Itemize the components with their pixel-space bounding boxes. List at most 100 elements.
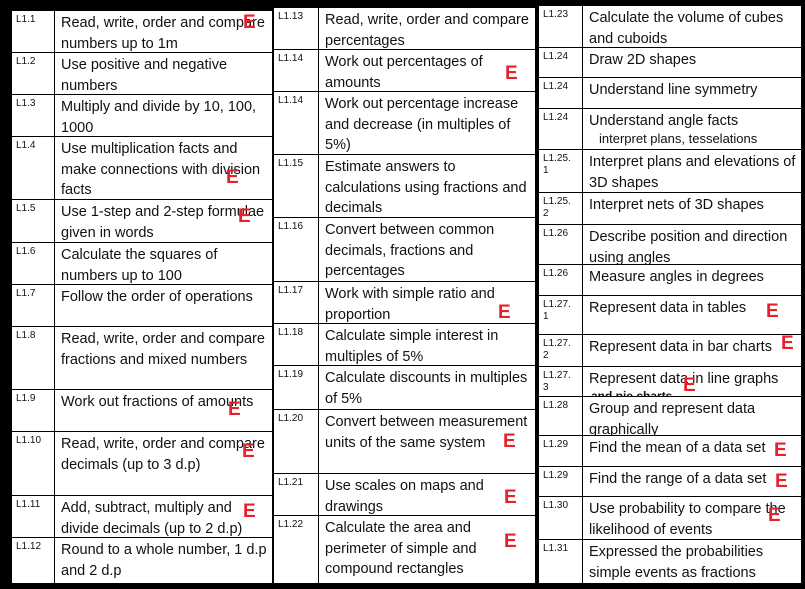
objective-text: Expressed the probabilities simple event… — [582, 540, 801, 584]
objective-description: Use positive and negative numbers — [61, 57, 228, 94]
objective-text: Use multiplication facts and make connec… — [54, 137, 272, 200]
objective-code: L1.28 — [539, 397, 582, 436]
objective-text: Read, write, order and compare fractions… — [54, 327, 272, 390]
objective-text: Interpret plans and elevations of 3D sha… — [582, 150, 801, 193]
objective-code: L1.4 — [12, 137, 54, 200]
assessment-mark-e: E — [768, 505, 781, 526]
objective-description: Represent data in bar charts — [589, 339, 772, 355]
objective-code: L1.29 — [539, 467, 582, 497]
objective-description: Find the range of a data set — [589, 471, 767, 487]
objective-text: Read, write, order and compare percentag… — [318, 8, 535, 50]
objective-code: L1.14 — [274, 92, 318, 155]
objective-text: Describe position and direction using an… — [582, 225, 801, 266]
objective-description: Find the mean of a data set — [589, 440, 766, 456]
objective-description: Calculate the squares of numbers up to 1… — [61, 247, 218, 284]
objective-text: Understand line symmetry — [582, 78, 801, 109]
objective-code: L1.27.1 — [539, 296, 582, 335]
objective-code: L1.25.2 — [539, 193, 582, 225]
assessment-mark-e: E — [505, 63, 518, 84]
objective-code: L1.23 — [539, 6, 582, 48]
assessment-mark-e: E — [238, 206, 251, 227]
objective-code: L1.25.1 — [539, 150, 582, 193]
objective-code: L1.21 — [274, 474, 318, 516]
objective-description: Convert between common decimals, fractio… — [325, 222, 495, 279]
objective-text: Draw 2D shapes — [582, 48, 801, 78]
objective-description: Read, write, order and compare decimals … — [61, 436, 265, 473]
objective-description: Calculate the area and perimeter of simp… — [325, 520, 477, 577]
curriculum-checklist: L1.1 Read, write, order and compare numbe… — [0, 0, 805, 589]
objective-code: L1.31 — [539, 540, 582, 584]
objective-description: Work with simple ratio and proportion — [325, 286, 495, 323]
assessment-mark-e: E — [226, 167, 239, 188]
objective-text: Follow the order of operations — [54, 285, 272, 327]
objective-code: L1.14 — [274, 50, 318, 92]
objective-description: Work out percentage increase and decreas… — [325, 96, 519, 153]
assessment-mark-e: E — [503, 431, 516, 452]
objective-text: Represent data in bar charts — [582, 335, 801, 367]
objective-text: Read, write, order and compare decimals … — [54, 432, 272, 496]
objective-code: L1.24 — [539, 109, 582, 150]
assessment-mark-e: E — [504, 531, 517, 552]
objective-code: L1.29 — [539, 436, 582, 467]
objective-description: Work out percentages of amounts — [325, 54, 483, 91]
objective-code: L1.7 — [12, 285, 54, 327]
objective-text: Convert between common decimals, fractio… — [318, 218, 535, 282]
objective-text: Find the mean of a data set — [582, 436, 801, 467]
objective-description: Work out fractions of amounts — [61, 394, 254, 410]
assessment-mark-e: E — [243, 501, 256, 522]
objective-code: L1.13 — [274, 8, 318, 50]
objective-description: Group and represent data graphically — [589, 401, 756, 438]
objective-text: Calculate the volume of cubes and cuboid… — [582, 6, 801, 48]
objective-text: Add, subtract, multiply and divide decim… — [54, 496, 272, 538]
objective-code: L1.10 — [12, 432, 54, 496]
objective-text: Round to a whole number, 1 d.p and 2 d.p — [54, 538, 272, 584]
assessment-mark-e: E — [242, 441, 255, 462]
objective-description: Calculate simple interest in multiples o… — [325, 328, 499, 365]
assessment-mark-e: E — [683, 375, 696, 396]
objective-text: Use positive and negative numbers — [54, 53, 272, 95]
assessment-mark-e: E — [228, 399, 241, 420]
objective-description: Expressed the probabilities simple event… — [589, 544, 764, 581]
objective-code: L1.12 — [12, 538, 54, 584]
objective-description: Understand angle facts — [589, 113, 739, 129]
objective-text: Work out percentages of amounts — [318, 50, 535, 92]
objective-text: Calculate discounts in multiples of 5% — [318, 366, 535, 410]
objective-description: Draw 2D shapes — [589, 52, 697, 68]
objective-code: L1.22 — [274, 516, 318, 584]
objective-code: L1.5 — [12, 200, 54, 243]
assessment-mark-e: E — [498, 302, 511, 323]
objective-code: L1.11 — [12, 496, 54, 538]
objective-description: Measure angles in degrees — [589, 269, 764, 285]
objective-description: Follow the order of operations — [61, 289, 253, 305]
objective-text: Calculate simple interest in multiples o… — [318, 324, 535, 366]
objective-code: L1.24 — [539, 78, 582, 109]
objective-code: L1.15 — [274, 155, 318, 218]
assessment-mark-e: E — [781, 333, 794, 354]
objective-description: Interpret plans and elevations of 3D sha… — [589, 154, 796, 191]
objective-text: Multiply and divide by 10, 100, 1000 — [54, 95, 272, 137]
objective-code: L1.6 — [12, 243, 54, 285]
objective-code: L1.2 — [12, 53, 54, 95]
objective-description: Use 1-step and 2-step formulae given in … — [61, 204, 265, 241]
objective-description: Add, subtract, multiply and divide decim… — [61, 500, 243, 537]
objective-code: L1.30 — [539, 497, 582, 540]
objective-description: Calculate the volume of cubes and cuboid… — [589, 10, 784, 47]
objective-code: L1.16 — [274, 218, 318, 282]
objective-text: Use scales on maps and drawings — [318, 474, 535, 516]
objective-note: interpret plans, tesselations — [599, 130, 758, 146]
objective-code: L1.1 — [12, 11, 54, 53]
objective-description: Represent data in tables — [589, 300, 747, 316]
objective-text: Measure angles in degrees — [582, 265, 801, 296]
assessment-mark-e: E — [766, 301, 779, 322]
objective-description: Use probability to compare the likelihoo… — [589, 501, 786, 538]
objective-description: Describe position and direction using an… — [589, 229, 788, 266]
objective-description: Read, write, order and compare fractions… — [61, 331, 265, 368]
objective-code: L1.9 — [12, 390, 54, 432]
objective-text: Read, write, order and compare numbers u… — [54, 11, 272, 53]
objective-code: L1.8 — [12, 327, 54, 390]
objective-description: Use scales on maps and drawings — [325, 478, 484, 515]
objective-description: Read, write, order and compare numbers u… — [61, 15, 265, 52]
objective-description: Calculate discounts in multiples of 5% — [325, 370, 528, 407]
objective-code: L1.18 — [274, 324, 318, 366]
objective-code: L1.26 — [539, 225, 582, 265]
